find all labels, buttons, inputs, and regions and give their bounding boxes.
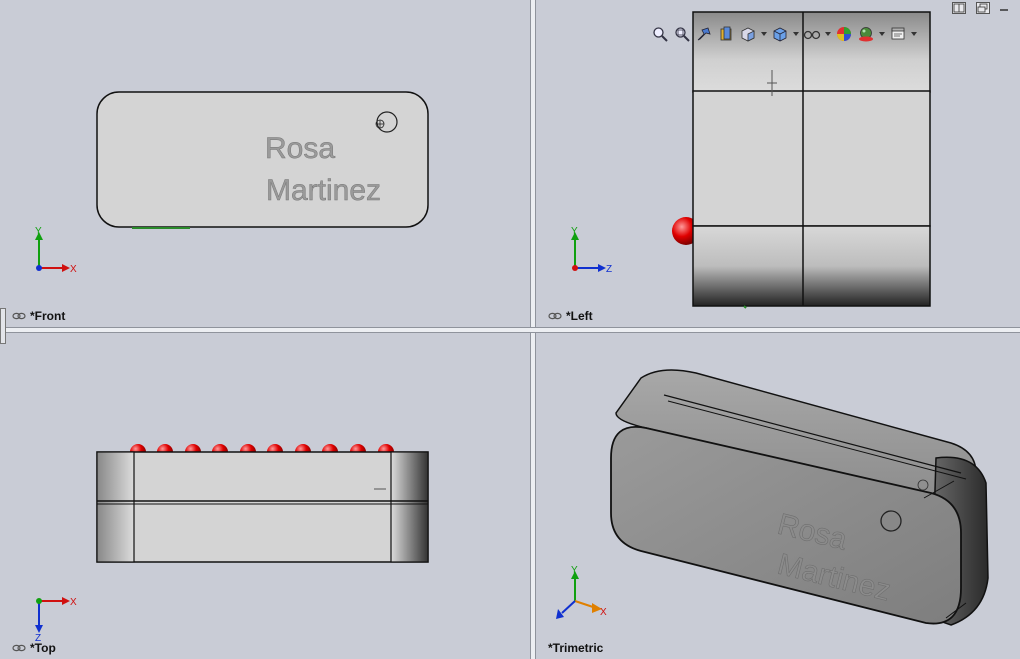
viewport-name: *Top	[30, 641, 56, 655]
svg-text:Y: Y	[571, 226, 578, 237]
chevron-down-icon[interactable]	[760, 24, 768, 44]
viewport-trimetric[interactable]: Rosa Martinez Y X *Trimetric	[536, 333, 1020, 659]
chevron-down-icon[interactable]	[878, 24, 886, 44]
engraving-line1: Rosa	[265, 132, 335, 165]
viewport-name: *Trimetric	[548, 641, 604, 655]
link-views-icon[interactable]	[12, 644, 26, 652]
section-view-icon[interactable]	[716, 24, 736, 44]
view-orientation-icon[interactable]	[738, 24, 758, 44]
viewport-left[interactable]: Y Z *Left	[536, 0, 1020, 327]
svg-text:Y: Y	[35, 226, 42, 237]
viewport-label-trimetric[interactable]: *Trimetric	[548, 641, 603, 655]
link-views-icon[interactable]	[548, 312, 562, 320]
viewport-label-top[interactable]: *Top	[12, 641, 56, 655]
svg-text:X: X	[70, 597, 77, 608]
svg-text:X: X	[70, 264, 77, 275]
chevron-down-icon[interactable]	[792, 24, 800, 44]
axis-triad: Y X	[35, 226, 77, 275]
front-view-canvas[interactable]: Rosa Martinez Y X	[0, 0, 530, 327]
axis-triad: Y X	[556, 565, 607, 619]
heads-up-view-toolbar	[650, 24, 918, 44]
split-toggle-icon[interactable]	[952, 2, 966, 14]
engraving-line2: Martinez	[266, 174, 381, 207]
view-settings-icon[interactable]	[888, 24, 908, 44]
link-views-icon[interactable]	[12, 312, 26, 320]
svg-text:Y: Y	[571, 565, 578, 576]
viewport-name: *Left	[566, 309, 593, 323]
apply-scene-icon[interactable]	[856, 24, 876, 44]
trimetric-view-canvas[interactable]: Rosa Martinez Y X	[536, 333, 1020, 659]
minimize-icon[interactable]	[998, 2, 1012, 14]
hide-show-items-icon[interactable]	[802, 24, 822, 44]
horizontal-splitter[interactable]	[0, 327, 1020, 333]
viewport-front[interactable]: Rosa Martinez Y X *Front	[0, 0, 530, 327]
zoom-to-area-icon[interactable]	[672, 24, 692, 44]
viewport-label-left[interactable]: *Left	[548, 309, 593, 323]
viewport-label-front[interactable]: *Front	[12, 309, 65, 323]
axis-triad: Y Z	[571, 226, 612, 275]
svg-text:Z: Z	[606, 264, 612, 275]
display-style-icon[interactable]	[770, 24, 790, 44]
axis-triad: X Z	[35, 597, 77, 644]
top-view-canvas[interactable]: X Z	[0, 333, 530, 659]
left-view-canvas[interactable]: Y Z	[536, 0, 1020, 327]
chevron-down-icon[interactable]	[910, 24, 918, 44]
edit-appearance-icon[interactable]	[834, 24, 854, 44]
viewport-name: *Front	[30, 309, 66, 323]
chevron-down-icon[interactable]	[824, 24, 832, 44]
restore-icon[interactable]	[976, 2, 990, 14]
svg-text:X: X	[600, 607, 607, 618]
panel-collapse-handle[interactable]	[0, 308, 6, 344]
viewport-top[interactable]: X Z *Top	[0, 333, 530, 659]
previous-view-icon[interactable]	[694, 24, 714, 44]
zoom-to-fit-icon[interactable]	[650, 24, 670, 44]
